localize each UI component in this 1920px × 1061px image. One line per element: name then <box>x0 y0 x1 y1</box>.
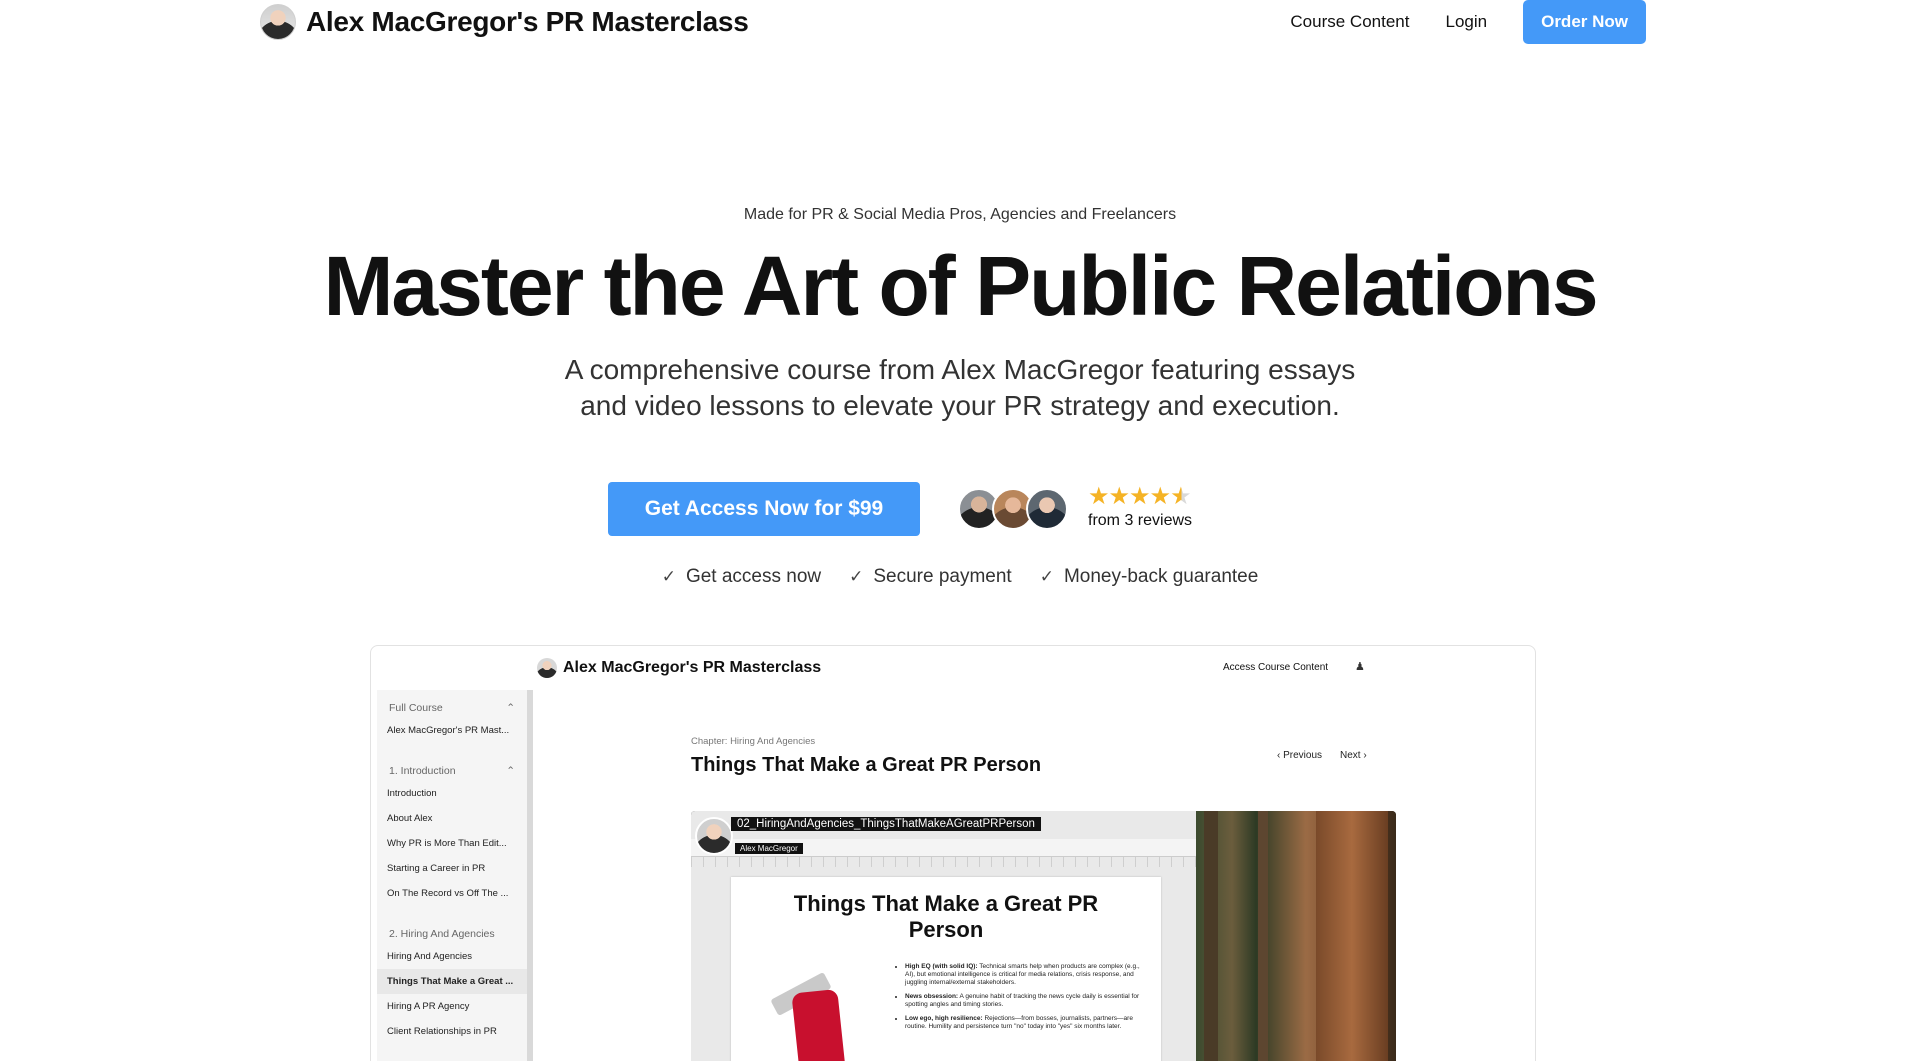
top-nav: Alex MacGregor's PR Masterclass Course C… <box>0 0 1920 48</box>
star-rating-icon: ★★★★★ <box>1088 483 1192 510</box>
nav-links: Course Content Login Order Now <box>1290 0 1646 44</box>
slide-title: Things That Make a Great PR Person <box>793 891 1099 942</box>
reviewer-avatars <box>958 488 1068 530</box>
sidebar-item: Client Relationships in PR <box>387 1026 497 1037</box>
sidebar-item-active: Things That Make a Great ... <box>377 969 527 994</box>
tree-trunk <box>1316 811 1388 1061</box>
perk-item: ✓ Get access now <box>662 566 821 588</box>
sidebar-item: Starting a Career in PR <box>387 863 486 874</box>
sidebar-item: Why PR is More Than Edit... <box>387 838 507 849</box>
sidebar-item: Alex MacGregor's PR Mast... <box>387 725 510 736</box>
sidebar-item: On The Record vs Off The ... <box>387 888 509 899</box>
next-label: Next <box>1340 750 1361 761</box>
perk-item: ✓ Money-back guarantee <box>1040 566 1259 588</box>
chevron-up-icon: ⌃ <box>506 702 515 714</box>
chevron-up-icon: ⌃ <box>506 765 515 777</box>
tree-trunk <box>1204 811 1218 1061</box>
perk-label: Money-back guarantee <box>1063 566 1259 587</box>
order-now-button[interactable]: Order Now <box>1523 0 1646 44</box>
preview-avatar <box>537 658 557 678</box>
editor-ruler <box>691 857 1196 867</box>
bullet-bold: High EQ (with solid IQ): <box>905 963 978 970</box>
bullet-bold: News obsession: <box>905 993 959 1000</box>
slide-bullet: Low ego, high resilience: Rejections—fro… <box>905 1015 1147 1031</box>
bullet-bold: Low ego, high resilience: <box>905 1015 983 1022</box>
hero-subhead-line-2: and video lessons to elevate your PR str… <box>580 390 1340 421</box>
slide-bullet: News obsession: A genuine habit of track… <box>905 993 1147 1009</box>
sidebar-item: Hiring A PR Agency <box>387 1001 470 1012</box>
preview-lesson-title: Things That Make a Great PR Person <box>691 754 1042 776</box>
preview-previous: ‹ Previous <box>1277 750 1323 761</box>
brand-avatar <box>260 4 296 40</box>
preview-access-link: Access Course Content <box>1223 662 1329 673</box>
previous-label: Previous <box>1283 750 1323 761</box>
tree-trunk <box>1258 811 1268 1061</box>
hero-eyebrow: Made for PR & Social Media Pros, Agencie… <box>743 206 1177 223</box>
preview-sidebar: Full Course ⌃ Alex MacGregor's PR Mast...… <box>377 690 533 1061</box>
brand[interactable]: Alex MacGregor's PR Masterclass <box>260 4 749 40</box>
forest-background <box>1196 811 1396 1061</box>
preview-brand-title: Alex MacGregor's PR Masterclass <box>563 659 822 676</box>
sidebar-item: Hiring And Agencies <box>387 951 473 962</box>
video-file-tag: 02_HiringAndAgencies_ThingsThatMakeAGrea… <box>731 817 1041 831</box>
presenter-name: Alex MacGregor <box>735 843 803 854</box>
sidebar-header-full-course: Full Course ⌃ <box>377 698 527 718</box>
slide-bullet: High EQ (with solid IQ): Technical smart… <box>905 963 1147 987</box>
slide-bullets: High EQ (with solid IQ): Technical smart… <box>897 963 1147 1037</box>
sidebar-header-introduction: 1. Introduction ⌃ <box>377 761 527 781</box>
reviews-count: from 3 reviews <box>1088 512 1193 529</box>
sidebar-header-label: Full Course <box>389 702 443 714</box>
preview-next: Next › <box>1340 750 1367 761</box>
video-thumbnail: Things That Make a Great PR Person High … <box>691 811 1396 1061</box>
brand-title: Alex MacGregor's PR Masterclass <box>306 6 749 37</box>
hero-subhead-line-1: A comprehensive course from Alex MacGreg… <box>564 354 1356 385</box>
check-icon: ✓ <box>1039 567 1054 586</box>
perk-label: Get access now <box>685 566 822 587</box>
preview-lesson-nav: ‹ Previous Next › <box>1277 750 1367 761</box>
sidebar-header-label: 1. Introduction <box>389 765 456 777</box>
swiss-knife-icon <box>791 988 849 1061</box>
rating: ★★★★★ from 3 reviews <box>1088 484 1192 530</box>
reviewer-avatar <box>1026 488 1068 530</box>
check-icon: ✓ <box>849 567 864 586</box>
preview-brand: Alex MacGregor's PR Masterclass <box>537 658 821 678</box>
sidebar-item: About Alex <box>387 813 433 824</box>
hero-subhead: A comprehensive course from Alex MacGreg… <box>500 352 1420 424</box>
sidebar-header-hiring: 2. Hiring And Agencies <box>377 924 527 944</box>
check-icon: ✓ <box>661 567 676 586</box>
nav-login[interactable]: Login <box>1445 12 1487 32</box>
nav-course-content[interactable]: Course Content <box>1290 12 1409 32</box>
presenter-avatar <box>695 817 733 855</box>
sidebar-header-label: 2. Hiring And Agencies <box>389 928 495 940</box>
perk-item: ✓ Secure payment <box>849 566 1012 588</box>
perks-list: ✓ Get access now ✓ Secure payment ✓ Money-b… <box>0 566 1920 588</box>
perk-label: Secure payment <box>873 566 1012 587</box>
course-preview-screenshot: Alex MacGregor's PR Masterclass Access C… <box>370 645 1536 1061</box>
user-icon: ♟ <box>1355 661 1365 673</box>
get-access-button[interactable]: Get Access Now for $99 <box>608 482 920 536</box>
sidebar-item: Introduction <box>387 788 437 799</box>
slide: Things That Make a Great PR Person High … <box>731 877 1161 1061</box>
hero-headline: Master the Art of Public Relations <box>323 239 1598 333</box>
preview-chapter: Chapter: Hiring And Agencies <box>691 736 816 747</box>
